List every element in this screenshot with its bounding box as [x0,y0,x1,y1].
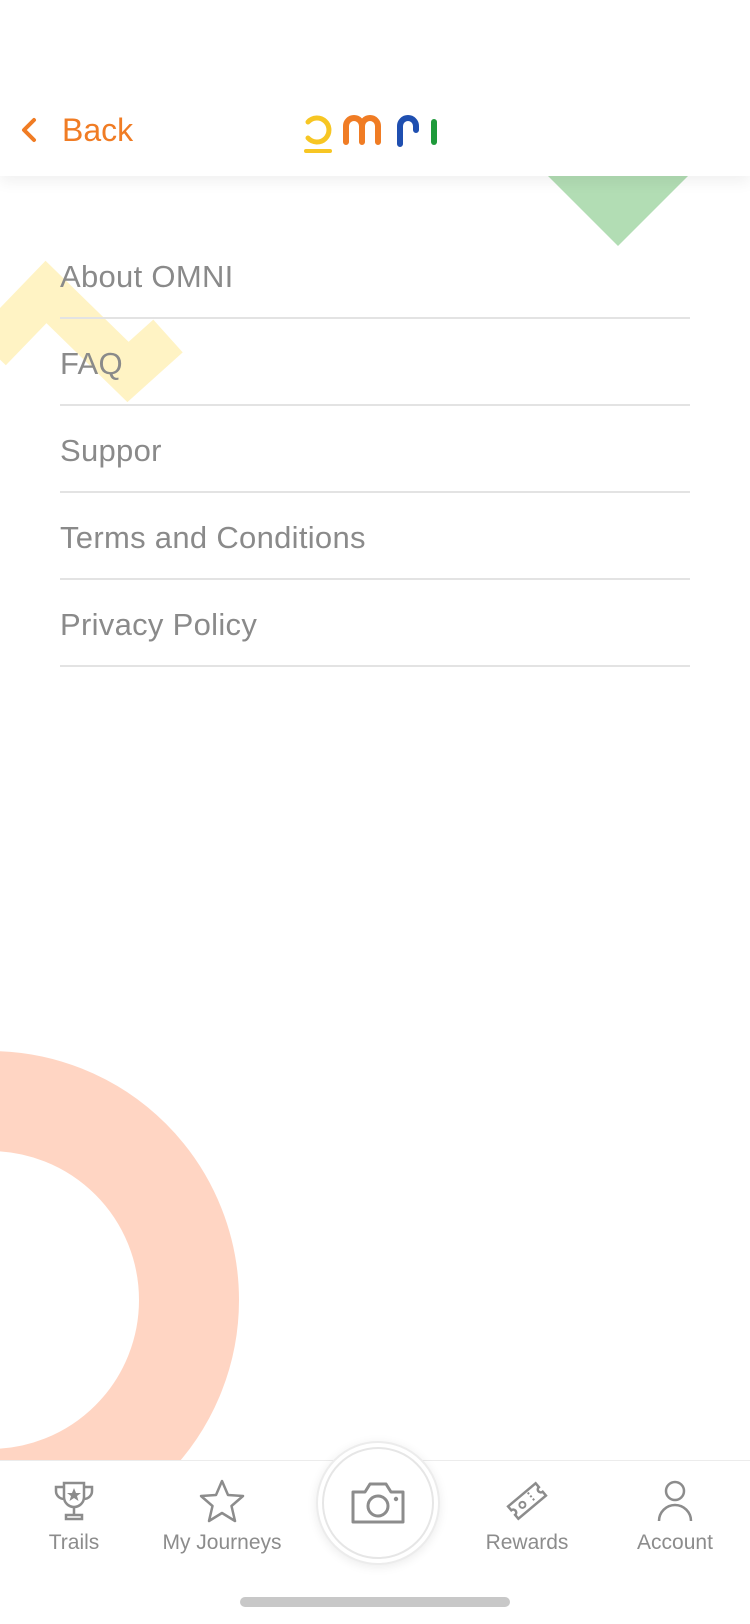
menu-item-support[interactable]: Suppor [60,406,690,493]
menu-item-label: Suppor [60,432,162,468]
chevron-left-icon [22,118,36,142]
home-indicator [240,1597,510,1607]
menu-item-terms-and-conditions[interactable]: Terms and Conditions [60,493,690,580]
tab-label: My Journeys [162,1531,282,1554]
ticket-icon [506,1481,548,1521]
menu-item-privacy-policy[interactable]: Privacy Policy [60,580,690,667]
star-icon [199,1479,245,1523]
menu-item-label: Privacy Policy [60,606,258,642]
camera-icon [351,1482,405,1524]
menu-item-label: FAQ [60,345,123,381]
tab-rewards[interactable]: Rewards [470,1461,584,1581]
settings-menu: About OMNI FAQ Suppor Terms and Conditio… [60,232,690,667]
back-button[interactable]: Back [16,104,133,156]
header: Back [0,0,750,176]
tab-label: Account [637,1531,713,1554]
tab-label: Rewards [485,1531,569,1554]
menu-item-faq[interactable]: FAQ [60,319,690,406]
omni-logo [304,115,437,153]
menu-item-about-omni[interactable]: About OMNI [60,232,690,319]
tab-label: Trails [48,1531,100,1554]
camera-button-inner [322,1447,434,1559]
camera-button[interactable] [316,1441,440,1565]
menu-item-label: About OMNI [60,258,234,294]
screen: Back About OMNI FAQ Suppor Terms and Con… [0,0,750,1624]
menu-item-label: Terms and Conditions [60,519,366,555]
person-icon [657,1480,693,1522]
bottom-tab-bar: Trails My Journeys Rewards Account [0,1441,750,1624]
tab-my-journeys[interactable]: My Journeys [144,1461,300,1581]
tab-trails[interactable]: Trails [24,1461,124,1581]
back-label: Back [62,111,134,148]
tab-account[interactable]: Account [622,1461,728,1581]
trophy-icon [54,1481,94,1521]
